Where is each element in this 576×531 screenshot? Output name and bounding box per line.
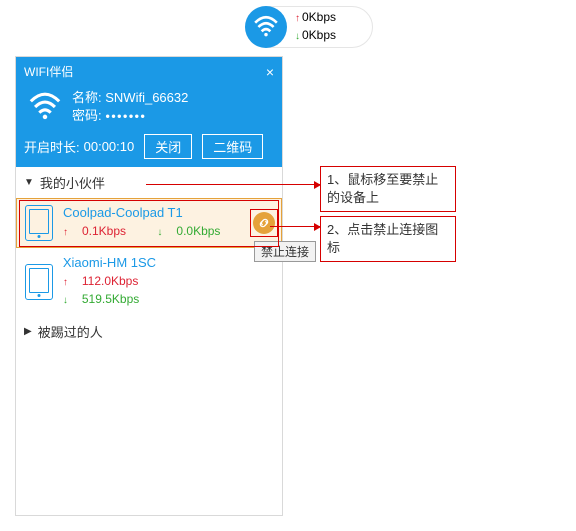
wifi-password-mask: ●●●●●●● [105, 111, 146, 120]
phone-icon [25, 205, 53, 241]
wifi-name: SNWifi_66632 [105, 90, 188, 105]
device-up: 0.1Kbps [82, 224, 126, 238]
device-down: 519.5Kbps [82, 292, 139, 306]
chevron-right-icon: ▶ [24, 326, 32, 337]
device-row[interactable]: Coolpad-Coolpad T1 ↑ 0.1Kbps ↓ 0.0Kbps [16, 198, 282, 248]
phone-icon [25, 264, 53, 300]
wifi-panel: WIFI伴侣 × 名称: SNWifi_66632 密码: ●●●● [15, 56, 283, 516]
device-row[interactable]: Xiaomi-HM 1SC ↑ 112.0Kbps ↓ 519.5Kbps [16, 248, 282, 316]
device-name: Coolpad-Coolpad T1 [63, 205, 248, 221]
pill-stats: ↑0Kbps ↓0Kbps [295, 9, 336, 45]
pwd-label: 密码: [72, 108, 102, 123]
panel-title: WIFI伴侣 [24, 63, 73, 80]
duration-label: 开启时长: [24, 137, 80, 156]
device-up: 112.0Kbps [82, 274, 139, 288]
down-arrow-icon: ↓ [63, 295, 68, 306]
device-down: 0.0Kbps [176, 224, 220, 238]
up-arrow-icon: ↑ [63, 277, 68, 288]
up-arrow-icon: ↑ [295, 13, 300, 24]
down-arrow-icon: ↓ [157, 227, 162, 238]
wifi-icon [24, 86, 66, 128]
down-arrow-icon: ↓ [295, 31, 300, 42]
ban-tooltip: 禁止连接 [254, 241, 316, 262]
section-kicked[interactable]: ▶ 被踢过的人 [16, 316, 282, 347]
name-label: 名称: [72, 90, 102, 105]
section-kicked-label: 被踢过的人 [38, 322, 103, 341]
close-button[interactable]: 关闭 [144, 134, 192, 159]
panel-header: WIFI伴侣 × 名称: SNWifi_66632 密码: ●●●● [16, 57, 282, 167]
section-partners[interactable]: ▼ 我的小伙伴 [16, 167, 282, 198]
qrcode-button[interactable]: 二维码 [202, 134, 263, 159]
wifi-status-pill: ↑0Kbps ↓0Kbps [245, 6, 373, 48]
chevron-down-icon: ▼ [24, 177, 34, 188]
annotation-step2: 2、点击禁止连接图标 [320, 216, 456, 262]
annotation-arrow [146, 184, 320, 185]
annotation-step1: 1、鼠标移至要禁止的设备上 [320, 166, 456, 212]
annotation-arrow [270, 226, 320, 227]
section-partners-label: 我的小伙伴 [40, 173, 105, 192]
ban-connection-icon[interactable] [253, 212, 275, 234]
wifi-icon [245, 6, 287, 48]
pill-up-value: 0Kbps [302, 10, 336, 24]
close-icon[interactable]: × [266, 64, 274, 80]
device-name: Xiaomi-HM 1SC [63, 255, 273, 271]
duration-value: 00:00:10 [84, 139, 135, 154]
pill-down-value: 0Kbps [302, 28, 336, 42]
up-arrow-icon: ↑ [63, 227, 68, 238]
